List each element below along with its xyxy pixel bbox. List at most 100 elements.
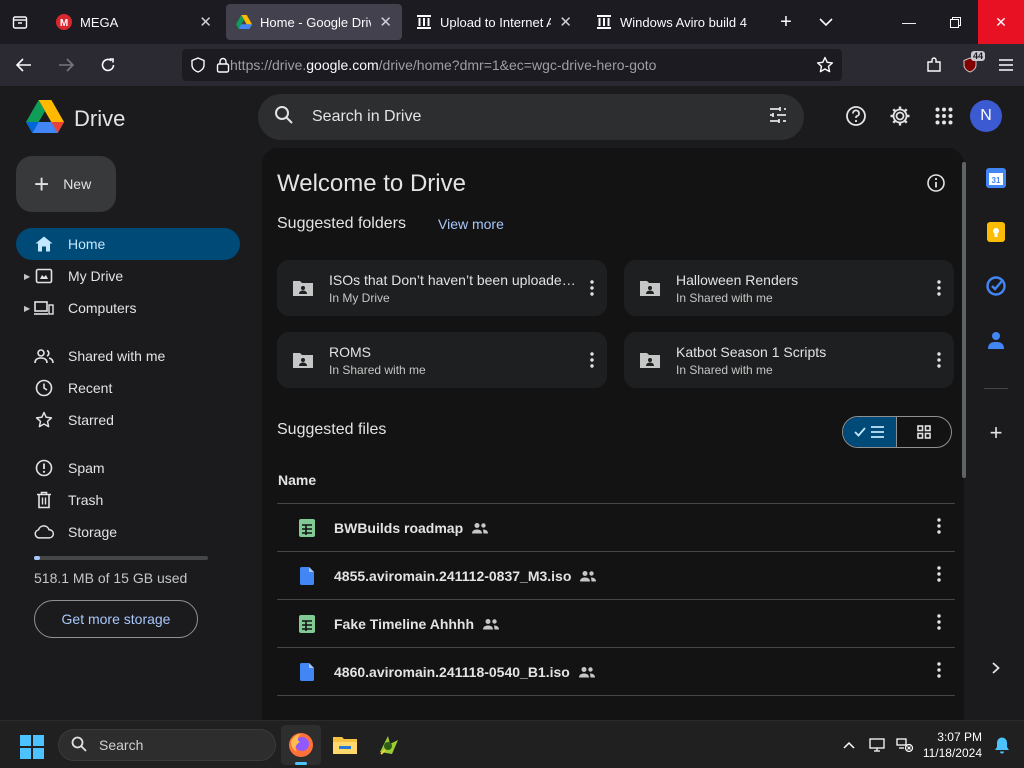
view-toggle	[842, 416, 952, 448]
sidebar-item-starred[interactable]: Starred	[16, 404, 240, 436]
expand-caret-icon[interactable]: ▶	[24, 272, 30, 281]
star-icon	[34, 410, 54, 430]
contacts-icon[interactable]	[984, 328, 1008, 352]
taskbar-search[interactable]: Search	[58, 729, 276, 761]
sidebar-item-spam[interactable]: Spam	[16, 452, 240, 484]
file-doc-icon	[295, 564, 319, 588]
tasks-icon[interactable]	[984, 274, 1008, 298]
expand-caret-icon[interactable]: ▶	[24, 304, 30, 313]
trash-icon	[34, 490, 54, 510]
sidebar-item-computers[interactable]: ▶ Computers	[16, 292, 240, 324]
folder-card[interactable]: ISOs that Don’t haven’t been uploaded...…	[277, 260, 607, 316]
close-tab-icon[interactable]: ✕	[379, 13, 392, 31]
sidebar-item-label: Home	[68, 236, 106, 252]
network-disconnected-icon[interactable]	[891, 737, 919, 753]
app-taskbar-icon[interactable]	[369, 725, 409, 765]
sidebar-item-recent[interactable]: Recent	[16, 372, 240, 404]
chevron-right-icon[interactable]	[984, 656, 1008, 680]
drive-logo[interactable]: Drive	[26, 100, 125, 138]
browser-nav-bar: https://drive.google.com/drive/home?dmr=…	[0, 44, 1024, 86]
sidebar-item-storage[interactable]: Storage	[16, 516, 240, 548]
file-explorer-icon[interactable]	[325, 725, 365, 765]
more-options-icon[interactable]	[937, 662, 941, 683]
chevron-up-icon[interactable]	[835, 741, 863, 749]
file-row[interactable]: BWBuilds roadmap	[277, 504, 955, 552]
restore-icon[interactable]	[932, 0, 978, 44]
sidebar-item-home[interactable]: Home	[16, 228, 240, 260]
tab-windows-aviro[interactable]: Windows Aviro build 4	[586, 4, 762, 40]
more-options-icon[interactable]	[577, 280, 607, 296]
forward-icon[interactable]	[48, 49, 84, 81]
keep-icon[interactable]	[984, 220, 1008, 244]
search-input[interactable]: Search in Drive	[258, 94, 804, 140]
page-title: Welcome to Drive	[277, 170, 466, 197]
new-tab-icon[interactable]: +	[766, 0, 806, 44]
app-name: Drive	[74, 106, 126, 131]
more-options-icon[interactable]	[937, 518, 941, 539]
apps-grid-icon[interactable]	[926, 100, 962, 132]
tab-internet-archive[interactable]: Upload to Internet Arci ✕	[406, 4, 582, 40]
bookmark-star-icon[interactable]	[816, 56, 834, 79]
list-all-tabs-icon[interactable]	[806, 0, 846, 44]
settings-gear-icon[interactable]	[882, 100, 918, 132]
file-row[interactable]: 4855.aviromain.241112-0837_M3.iso	[277, 552, 955, 600]
info-icon[interactable]	[926, 173, 946, 198]
back-icon[interactable]	[6, 49, 42, 81]
list-view-button[interactable]	[843, 417, 898, 447]
reload-icon[interactable]	[90, 49, 126, 81]
folder-card[interactable]: ROMS In Shared with me	[277, 332, 607, 388]
sidebar-item-shared[interactable]: Shared with me	[16, 340, 240, 372]
file-row[interactable]: 4860.aviromain.241118-0540_B1.iso	[277, 648, 955, 696]
taskbar-clock[interactable]: 3:07 PM 11/18/2024	[923, 729, 982, 761]
grid-view-button[interactable]	[897, 417, 951, 447]
clock-icon	[34, 378, 54, 398]
tab-title: Windows Aviro build 4	[620, 14, 747, 30]
tab-mega[interactable]: M MEGA ✕	[46, 4, 222, 40]
tracking-protection-icon[interactable]	[190, 57, 206, 78]
search-icon[interactable]	[274, 105, 294, 130]
help-icon[interactable]	[838, 100, 874, 132]
internet-archive-icon	[416, 14, 432, 30]
more-options-icon[interactable]	[924, 280, 954, 296]
window-close-icon[interactable]: ✕	[978, 0, 1024, 44]
search-options-icon[interactable]	[768, 105, 788, 130]
file-name: 4855.aviromain.241112-0837_M3.iso	[334, 567, 572, 584]
toolbar-right: 44	[916, 44, 1024, 86]
menu-icon[interactable]	[988, 49, 1024, 81]
scrollbar[interactable]	[962, 162, 966, 478]
display-icon[interactable]	[863, 738, 891, 752]
storage-usage-bar	[34, 556, 208, 560]
lock-icon[interactable]	[216, 57, 230, 78]
minimize-icon[interactable]: —	[886, 0, 932, 44]
view-more-link[interactable]: View more	[438, 216, 504, 232]
tab-list-icon[interactable]	[0, 0, 40, 44]
ublock-icon[interactable]: 44	[952, 49, 988, 81]
windows-start-icon[interactable]	[20, 735, 44, 764]
sidebar-item-trash[interactable]: Trash	[16, 484, 240, 516]
url-bar[interactable]: https://drive.google.com/drive/home?dmr=…	[182, 49, 842, 81]
folder-location: In Shared with me	[676, 290, 773, 305]
sidebar-item-my-drive[interactable]: ▶ My Drive	[16, 260, 240, 292]
more-options-icon[interactable]	[937, 566, 941, 587]
name-column-header[interactable]: Name	[278, 472, 316, 488]
more-options-icon[interactable]	[577, 352, 607, 368]
more-options-icon[interactable]	[924, 352, 954, 368]
folder-card[interactable]: Katbot Season 1 Scripts In Shared with me	[624, 332, 954, 388]
get-more-storage-button[interactable]: Get more storage	[34, 600, 198, 638]
extensions-icon[interactable]	[916, 49, 952, 81]
folder-card[interactable]: Halloween Renders In Shared with me	[624, 260, 954, 316]
avatar[interactable]: N	[970, 100, 1002, 132]
tab-google-drive[interactable]: Home - Google Drive ✕	[226, 4, 402, 40]
calendar-icon[interactable]: 31	[984, 166, 1008, 190]
file-row[interactable]: Fake Timeline Ahhhh	[277, 600, 955, 648]
google-drive-icon	[236, 14, 252, 30]
folder-name: Katbot Season 1 Scripts	[676, 343, 827, 360]
close-tab-icon[interactable]: ✕	[199, 13, 212, 31]
add-addon-icon[interactable]: +	[984, 420, 1008, 445]
firefox-taskbar-icon[interactable]	[281, 725, 321, 765]
notification-bell-icon[interactable]	[988, 736, 1016, 754]
more-options-icon[interactable]	[937, 614, 941, 635]
new-button[interactable]: + New	[16, 156, 116, 212]
file-doc-icon	[295, 660, 319, 684]
close-tab-icon[interactable]: ✕	[559, 13, 572, 31]
